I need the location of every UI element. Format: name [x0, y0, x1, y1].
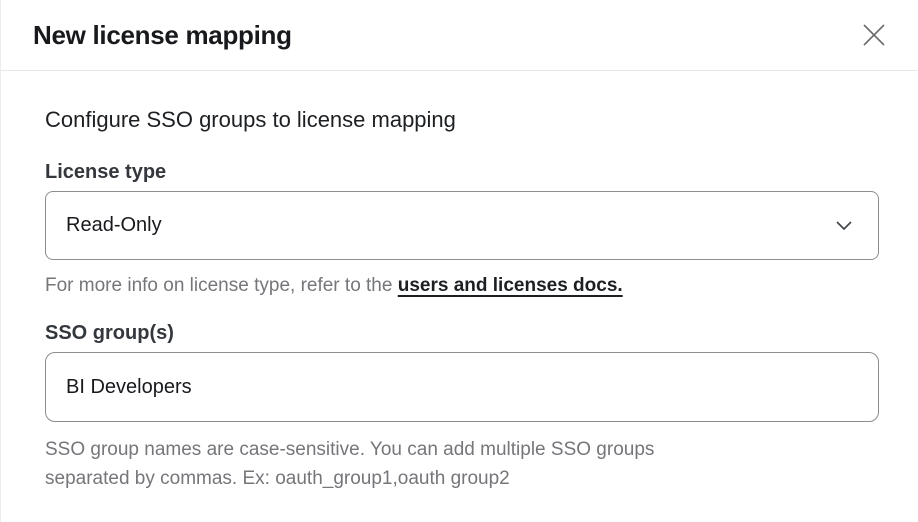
license-type-help-text: For more info on license type, refer to …	[45, 275, 398, 296]
users-and-licenses-docs-link[interactable]: users and licenses docs.	[398, 275, 623, 296]
modal-title: New license mapping	[33, 20, 292, 51]
sso-groups-input[interactable]	[45, 352, 879, 422]
form-heading: Configure SSO groups to license mapping	[45, 107, 878, 133]
chevron-down-icon	[836, 221, 852, 230]
license-type-selected-value: Read-Only	[66, 214, 162, 237]
license-type-help: For more info on license type, refer to …	[45, 273, 878, 298]
sso-groups-help-line-1: SSO group names are case-sensitive. You …	[45, 435, 878, 464]
license-type-label: License type	[45, 161, 878, 184]
modal-body: Configure SSO groups to license mapping …	[1, 71, 918, 493]
sso-groups-label: SSO group(s)	[45, 322, 878, 345]
sso-groups-help-line-2: separated by commas. Ex: oauth_group1,oa…	[45, 464, 878, 493]
close-button[interactable]	[856, 17, 892, 53]
license-type-select[interactable]: Read-Only	[45, 191, 879, 260]
new-license-mapping-modal: New license mapping Configure SSO groups…	[0, 0, 918, 522]
sso-groups-help: SSO group names are case-sensitive. You …	[45, 435, 878, 493]
close-icon	[861, 22, 887, 48]
modal-header: New license mapping	[1, 0, 918, 71]
